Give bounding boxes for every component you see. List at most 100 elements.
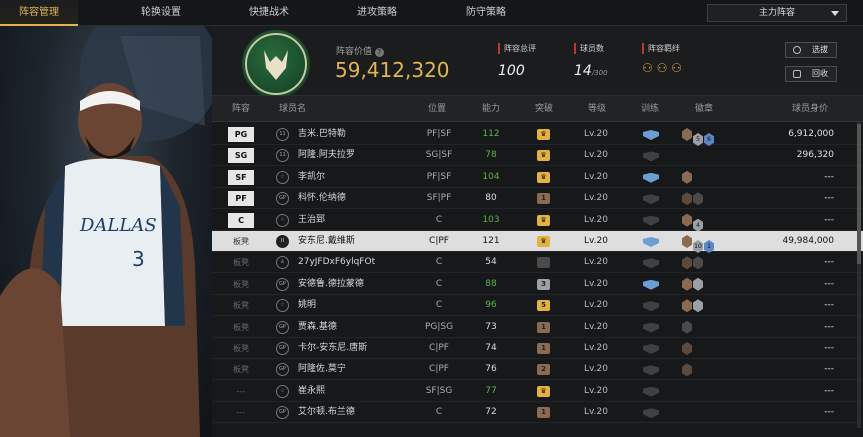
training-icon[interactable] — [643, 215, 659, 226]
badge-icon[interactable] — [682, 256, 692, 270]
player-name[interactable]: 贾森.基德 — [298, 317, 337, 338]
lineup-slot[interactable]: PG — [228, 127, 254, 142]
training-icon[interactable] — [643, 386, 659, 397]
badge-icon[interactable] — [693, 277, 703, 291]
table-row[interactable]: --- ☆ 崔永熙 SF|SG 77 ♛ Lv.20 --- — [212, 381, 863, 402]
player-name[interactable]: 科怀.伦纳德 — [298, 188, 346, 209]
tab-quick-tactics[interactable]: 快捷战术 — [230, 0, 308, 26]
badge-icon[interactable] — [682, 213, 692, 227]
training-icon[interactable] — [643, 408, 659, 419]
badge-icon[interactable] — [682, 342, 692, 355]
lineup-slot[interactable]: PF — [228, 191, 254, 207]
badge-icon[interactable] — [682, 363, 692, 377]
tab-offense[interactable]: 进攻策略 — [338, 0, 416, 26]
recall-button[interactable]: 回收 — [785, 66, 837, 82]
lineup-slot[interactable]: 板凳 — [228, 234, 254, 249]
player-name[interactable]: 卡尔-安东尼.唐斯 — [298, 338, 367, 359]
training-icon[interactable] — [643, 194, 659, 205]
table-row[interactable]: --- GP 艾尔顿.布兰德 C 72 1 Lv.20 --- — [212, 402, 863, 424]
col-training[interactable]: 训练 — [641, 96, 659, 122]
player-name[interactable]: 姚明 — [298, 295, 316, 316]
player-name[interactable]: 艾尔顿.布兰德 — [298, 402, 355, 423]
scrollbar-thumb[interactable] — [857, 124, 861, 264]
table-row[interactable]: 板凳 ♙ 27yJFDxF6ylqFOt C 54 Lv.20 --- — [212, 252, 863, 274]
player-name[interactable]: 安德鲁.德拉蒙德 — [298, 274, 364, 295]
lineup-slot[interactable]: SF — [228, 169, 254, 185]
badge-icon[interactable] — [682, 320, 692, 334]
badge-icon[interactable]: 6 — [704, 133, 714, 146]
badge-icon[interactable] — [693, 299, 703, 313]
training-icon[interactable] — [643, 279, 659, 290]
table-row[interactable]: 板凳 GP 卡尔-安东尼.唐斯 C|PF 74 1 Lv.20 --- — [212, 338, 863, 359]
col-level[interactable]: 等级 — [588, 96, 606, 122]
table-row[interactable]: 板凳 ☆ 姚明 C 96 5 Lv.20 --- — [212, 295, 863, 317]
help-icon[interactable]: ? — [374, 48, 384, 57]
table-row[interactable]: SG 11 阿隆.阿夫拉罗 SG|SF 78 ♛ Lv.20 296,320 — [212, 145, 863, 167]
training-icon[interactable] — [643, 344, 659, 354]
badge-icon[interactable] — [693, 256, 703, 270]
lineup-slot[interactable]: 板凳 — [228, 255, 254, 270]
tab-rotation[interactable]: 轮换设置 — [122, 0, 200, 26]
badge-icon[interactable] — [682, 299, 692, 313]
bond-icons[interactable]: ⚇ ⚇ ⚇ — [642, 61, 682, 75]
table-row[interactable]: PF GP 科怀.伦纳德 SF|PF 80 1 Lv.20 --- — [212, 188, 863, 210]
training-icon[interactable] — [643, 130, 659, 140]
badge-icon[interactable]: 5 — [693, 133, 703, 146]
col-name[interactable]: 球员名 — [279, 96, 306, 122]
training-icon[interactable] — [643, 365, 659, 376]
badge-icon[interactable] — [682, 170, 692, 184]
table-row[interactable]: 板凳 II 安东尼.戴维斯 C|PF 121 ♛ Lv.20 10 1 49,984,000 — [212, 231, 863, 253]
table-row[interactable]: C ☆ 王治郅 C 103 ♛ Lv.20 4 --- — [212, 210, 863, 232]
table-row[interactable]: SF ☆ 李凯尔 PF|SF 104 ♛ Lv.20 --- — [212, 167, 863, 188]
badge-icon[interactable]: 1 — [704, 240, 714, 253]
col-slot[interactable]: 阵容 — [232, 96, 250, 122]
badge-icon[interactable]: 10 — [693, 240, 703, 253]
player-name[interactable]: 李凯尔 — [298, 167, 325, 188]
col-badges[interactable]: 徽章 — [695, 96, 713, 122]
table-row[interactable]: 板凳 GP 贾森.基德 PG|SG 73 1 Lv.20 --- — [212, 317, 863, 338]
badge-icon[interactable] — [682, 192, 692, 206]
lineup-slot[interactable]: --- — [228, 384, 254, 399]
lineup-slot[interactable]: 板凳 — [228, 277, 254, 292]
table-row[interactable]: 板凳 GP 安德鲁.德拉蒙德 C 88 3 Lv.20 --- — [212, 274, 863, 295]
badge-icon[interactable] — [693, 192, 703, 206]
training-icon[interactable] — [643, 237, 659, 247]
player-ability: 78 — [485, 150, 497, 161]
training-icon[interactable] — [643, 301, 659, 312]
player-name[interactable]: 27yJFDxF6ylqFOt — [298, 252, 375, 273]
player-name[interactable]: 崔永熙 — [298, 381, 325, 402]
player-name[interactable]: 王治郅 — [298, 210, 325, 231]
badge-icon[interactable] — [682, 235, 692, 248]
training-icon[interactable] — [643, 172, 659, 183]
lineup-slot[interactable]: SG — [228, 148, 254, 164]
lineup-slot[interactable]: 板凳 — [228, 341, 254, 356]
tab-lineup[interactable]: 阵容管理 — [0, 0, 78, 26]
badge-icon[interactable] — [682, 277, 692, 291]
player-level: Lv.20 — [584, 300, 608, 311]
tab-defense[interactable]: 防守策略 — [447, 0, 525, 26]
lineup-slot[interactable]: 板凳 — [228, 362, 254, 377]
breakthrough-medal-icon: ♛ — [537, 171, 550, 183]
lineup-slot[interactable]: C — [228, 212, 254, 228]
col-position[interactable]: 位置 — [428, 96, 446, 122]
player-name[interactable]: 吉米.巴特勒 — [298, 124, 346, 145]
select-button[interactable]: 选拔 — [785, 42, 837, 58]
training-icon[interactable] — [643, 258, 659, 269]
col-ability[interactable]: 能力 — [482, 96, 500, 122]
col-breakthrough[interactable]: 突破 — [535, 96, 553, 122]
player-name[interactable]: 阿隆.阿夫拉罗 — [298, 145, 355, 166]
col-player-value[interactable]: 球员身价 — [792, 96, 828, 122]
lineup-dropdown[interactable]: 主力阵容 — [707, 4, 847, 22]
training-icon[interactable] — [643, 151, 659, 162]
lineup-slot[interactable]: --- — [228, 405, 254, 420]
player-name[interactable]: 安东尼.戴维斯 — [298, 231, 355, 252]
player-name[interactable]: 阿隆佐.莫宁 — [298, 359, 346, 380]
training-icon[interactable] — [643, 322, 659, 333]
table-row[interactable]: PG 11 吉米.巴特勒 PF|SF 112 ♛ Lv.20 5 6 6,912,000 — [212, 124, 863, 146]
table-row[interactable]: 板凳 GP 阿隆佐.莫宁 C|PF 76 2 Lv.20 --- — [212, 359, 863, 381]
scrollbar[interactable] — [857, 122, 861, 428]
badge-icon[interactable]: 4 — [693, 218, 703, 232]
lineup-slot[interactable]: 板凳 — [228, 298, 254, 313]
lineup-slot[interactable]: 板凳 — [228, 320, 254, 335]
badge-icon[interactable] — [682, 128, 692, 141]
